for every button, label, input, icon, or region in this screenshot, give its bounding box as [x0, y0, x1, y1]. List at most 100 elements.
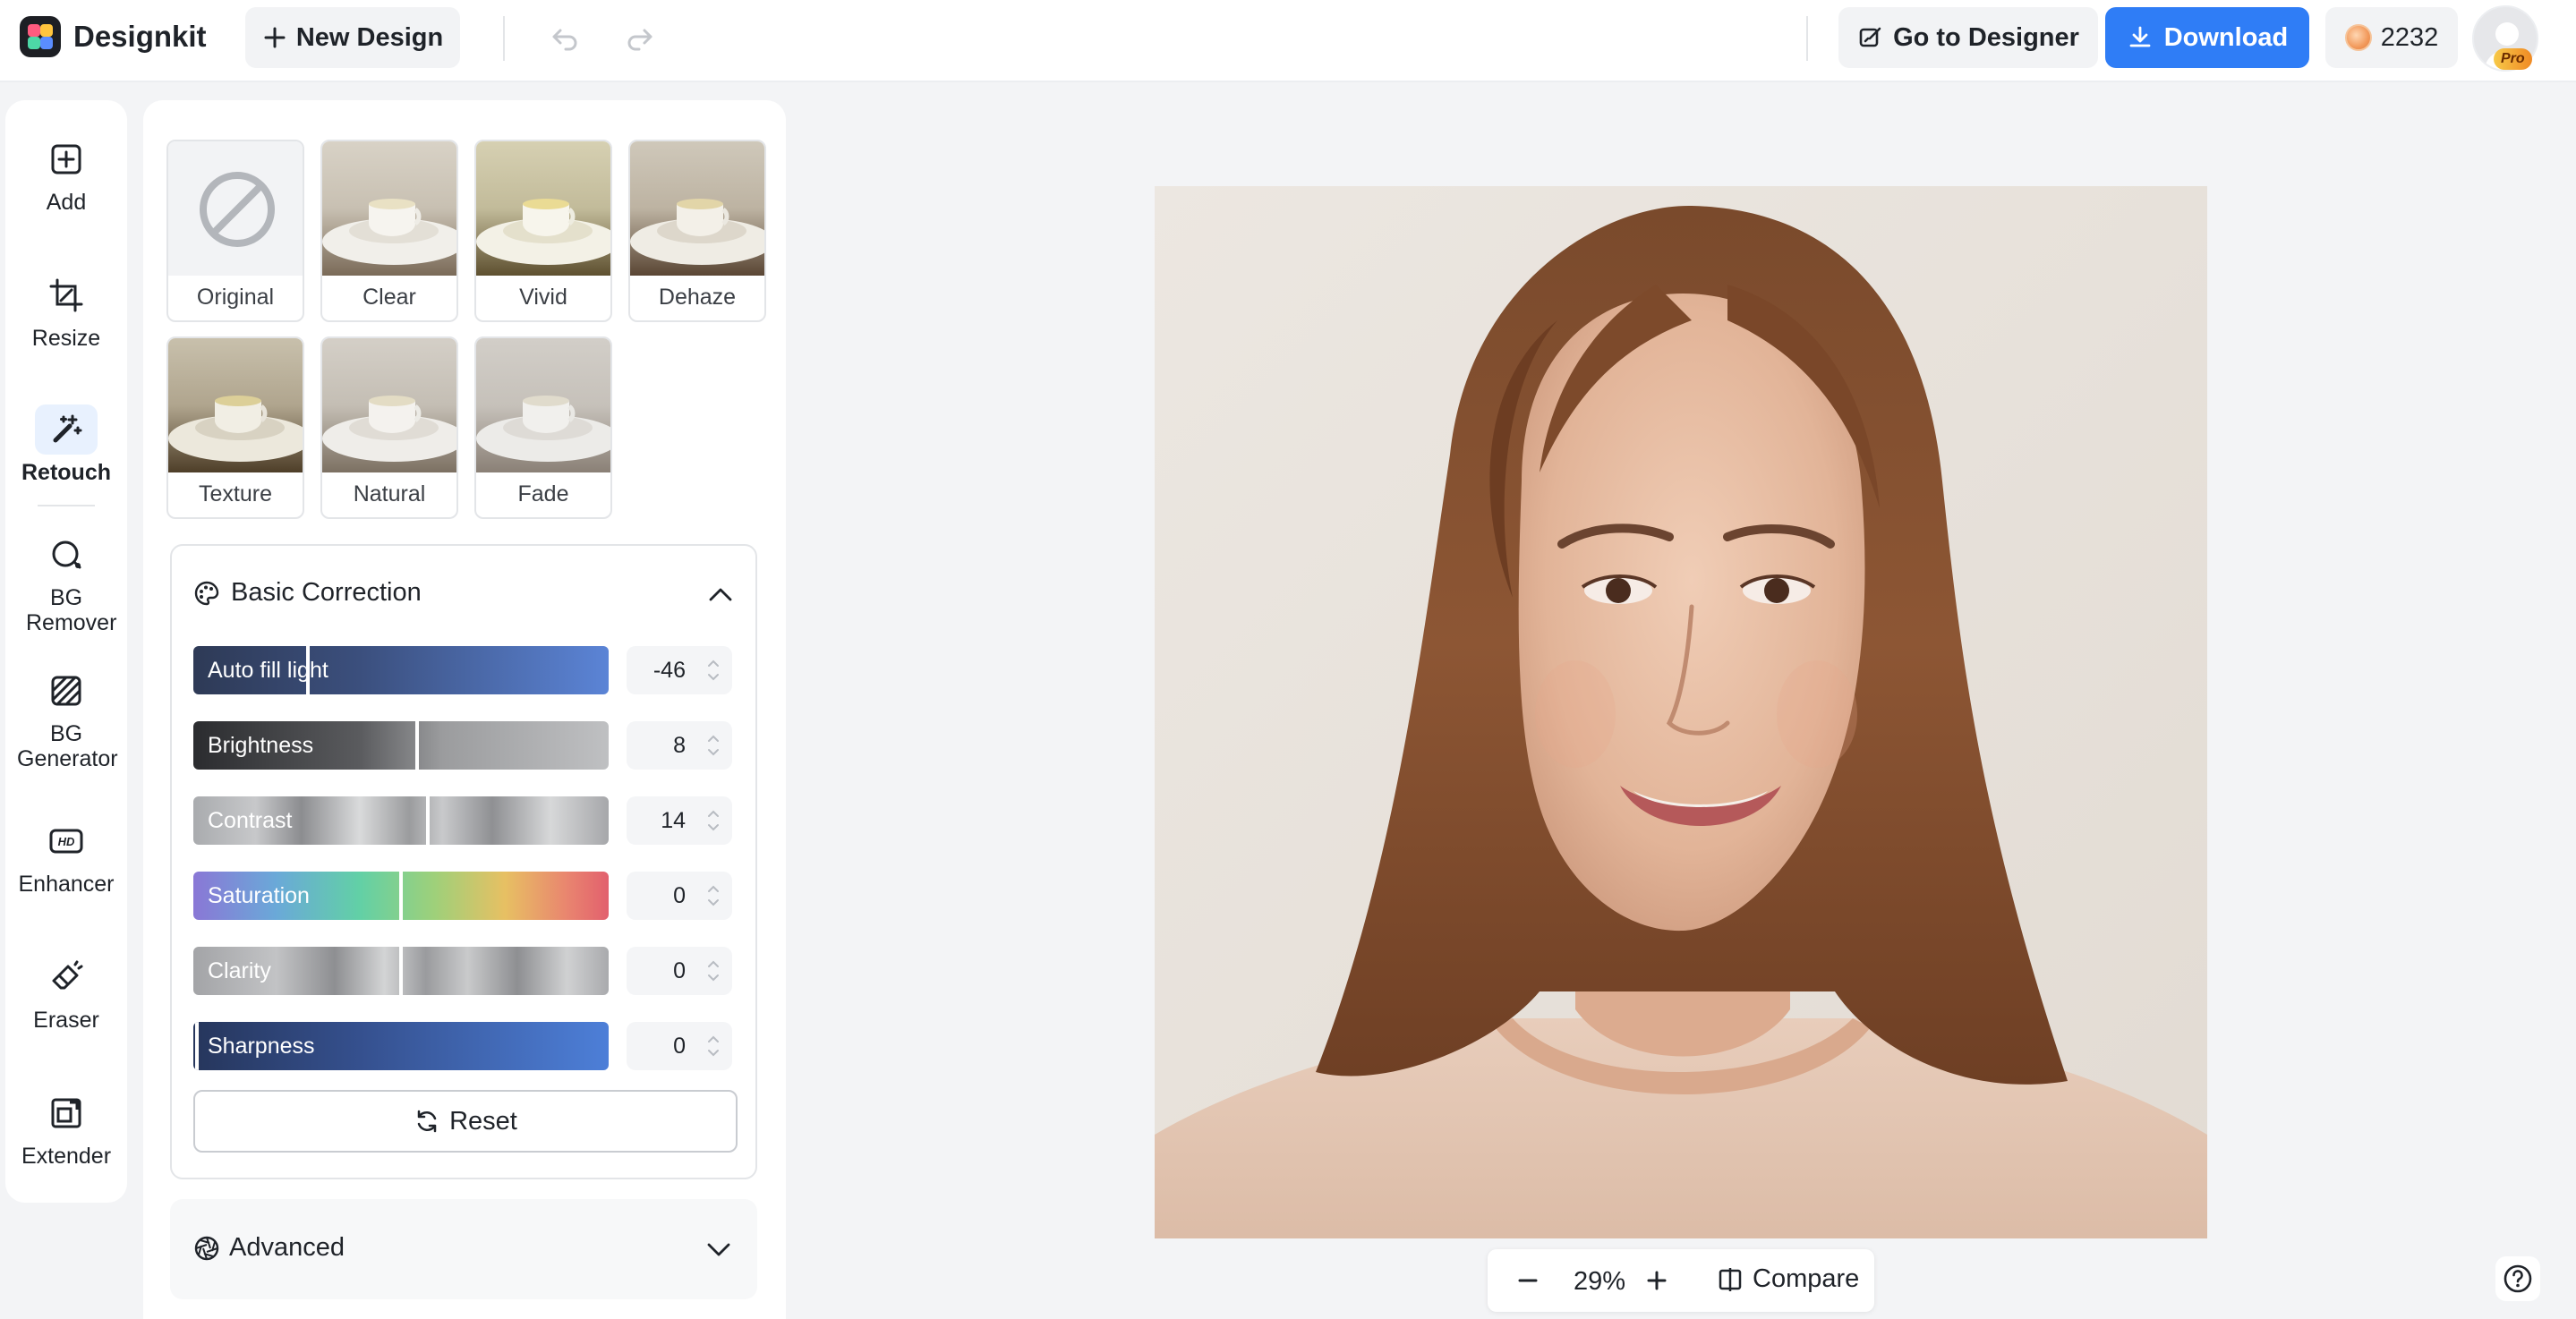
new-design-label: New Design — [295, 22, 444, 52]
slider-handle[interactable] — [415, 721, 419, 770]
filter-natural[interactable]: Natural — [320, 336, 458, 519]
stepper-arrows-icon[interactable] — [707, 807, 720, 834]
help-button[interactable] — [2495, 1256, 2540, 1301]
slider-auto-fill-light: Auto fill light -46 — [193, 646, 738, 694]
app-name: Designkit — [73, 20, 207, 53]
auto-fill-light-slider[interactable]: Auto fill light — [193, 646, 609, 694]
zoom-level: 29% — [1574, 1267, 1626, 1296]
zoom-in-button[interactable] — [1643, 1267, 1670, 1294]
slider-label: Contrast — [208, 808, 293, 833]
brightness-value[interactable]: 8 — [627, 721, 732, 770]
slider-saturation: Saturation 0 — [193, 872, 738, 920]
basic-correction-header[interactable]: Basic Correction — [172, 546, 755, 635]
tool-sidebar: Add Resize Retouch BG Remover BG Generat… — [5, 100, 127, 1203]
contrast-value[interactable]: 14 — [627, 796, 732, 845]
new-design-button[interactable]: New Design — [245, 7, 460, 68]
hd-icon: HD — [35, 816, 98, 866]
undo-button[interactable] — [542, 16, 587, 61]
slider-label: Saturation — [208, 883, 310, 908]
filter-vivid[interactable]: Vivid — [474, 140, 612, 322]
canvas-image[interactable] — [1155, 186, 2207, 1238]
contrast-slider[interactable]: Contrast — [193, 796, 609, 845]
filter-thumbnail — [168, 338, 303, 472]
tool-extender[interactable]: Extender — [5, 1088, 127, 1169]
stepper-arrows-icon[interactable] — [707, 957, 720, 984]
filter-thumbnail — [322, 141, 456, 276]
compare-button[interactable]: Compare — [1717, 1264, 1859, 1294]
portrait-image — [1155, 186, 2207, 1238]
chevron-down-icon[interactable] — [705, 1240, 732, 1258]
filter-thumbnail — [476, 141, 610, 276]
app-logo[interactable]: Designkit — [20, 16, 207, 57]
filter-label: Clear — [363, 285, 416, 310]
saturation-value[interactable]: 0 — [627, 872, 732, 920]
slider-handle[interactable] — [306, 646, 310, 694]
credits-button[interactable]: 2232 — [2325, 7, 2458, 68]
filter-dehaze[interactable]: Dehaze — [628, 140, 766, 322]
tool-retouch[interactable]: Retouch — [5, 404, 127, 485]
clarity-value[interactable]: 0 — [627, 947, 732, 995]
clarity-slider[interactable]: Clarity — [193, 947, 609, 995]
filter-label: Original — [196, 285, 275, 310]
no-filter-icon — [168, 141, 303, 276]
tool-eraser[interactable]: Eraser — [5, 952, 127, 1033]
tool-enhancer[interactable]: HD Enhancer — [5, 816, 127, 897]
chevron-up-icon[interactable] — [707, 585, 734, 603]
stepper-arrows-icon[interactable] — [707, 657, 720, 684]
slider-value: -46 — [653, 658, 686, 683]
filter-clear[interactable]: Clear — [320, 140, 458, 322]
download-button[interactable]: Download — [2105, 7, 2309, 68]
designkit-logo-icon — [20, 16, 61, 57]
tool-extender-label: Extender — [21, 1144, 112, 1169]
auto-fill-light-value[interactable]: -46 — [627, 646, 732, 694]
slider-value: 14 — [661, 808, 686, 833]
sharpness-value[interactable]: 0 — [627, 1022, 732, 1070]
slider-brightness: Brightness 8 — [193, 721, 738, 770]
credits-count: 2232 — [2380, 22, 2439, 52]
plus-icon — [1647, 1271, 1667, 1290]
bg-remover-icon — [35, 530, 98, 580]
slider-handle[interactable] — [195, 1022, 199, 1070]
palette-icon — [194, 581, 219, 606]
minus-icon — [1518, 1279, 1538, 1282]
tool-enhancer-label: Enhancer — [18, 872, 115, 897]
tool-bg-generator[interactable]: BG Generator — [5, 666, 127, 771]
download-label: Download — [2163, 22, 2289, 52]
zoom-out-button[interactable] — [1514, 1267, 1541, 1294]
tool-add-label: Add — [46, 190, 87, 215]
reset-button[interactable]: Reset — [193, 1090, 738, 1153]
slider-value: 0 — [673, 883, 686, 908]
advanced-title: Advanced — [229, 1233, 345, 1262]
slider-handle[interactable] — [399, 872, 403, 920]
tool-resize[interactable]: Resize — [5, 270, 127, 351]
filter-label: Natural — [353, 481, 426, 506]
saturation-slider[interactable]: Saturation — [193, 872, 609, 920]
tool-bg-remover[interactable]: BG Remover — [5, 530, 127, 635]
divider — [1806, 16, 1808, 61]
designer-edit-icon — [1859, 27, 1881, 47]
slider-label: Clarity — [208, 958, 271, 983]
add-icon — [35, 134, 98, 184]
slider-value: 0 — [673, 958, 686, 983]
top-bar: Designkit New Design Go to Designer Down… — [0, 0, 2576, 82]
filter-label: Texture — [199, 481, 272, 506]
stepper-arrows-icon[interactable] — [707, 1033, 720, 1059]
slider-handle[interactable] — [426, 796, 430, 845]
stepper-arrows-icon[interactable] — [707, 732, 720, 759]
filter-fade[interactable]: Fade — [474, 336, 612, 519]
section-title: Basic Correction — [231, 578, 422, 607]
slider-label: Sharpness — [208, 1034, 315, 1059]
filter-texture[interactable]: Texture — [166, 336, 304, 519]
go-to-designer-button[interactable]: Go to Designer — [1838, 7, 2098, 68]
filter-original[interactable]: Original — [166, 140, 304, 322]
brightness-slider[interactable]: Brightness — [193, 721, 609, 770]
stepper-arrows-icon[interactable] — [707, 882, 720, 909]
tool-bg-remover-label: BG Remover — [26, 585, 117, 635]
sharpness-slider[interactable]: Sharpness — [193, 1022, 609, 1070]
tool-add[interactable]: Add — [5, 134, 127, 215]
compare-icon — [1719, 1267, 1742, 1291]
redo-button[interactable] — [618, 16, 662, 61]
advanced-section[interactable]: Advanced — [170, 1199, 757, 1299]
slider-handle[interactable] — [399, 947, 403, 995]
help-icon — [2503, 1264, 2532, 1293]
